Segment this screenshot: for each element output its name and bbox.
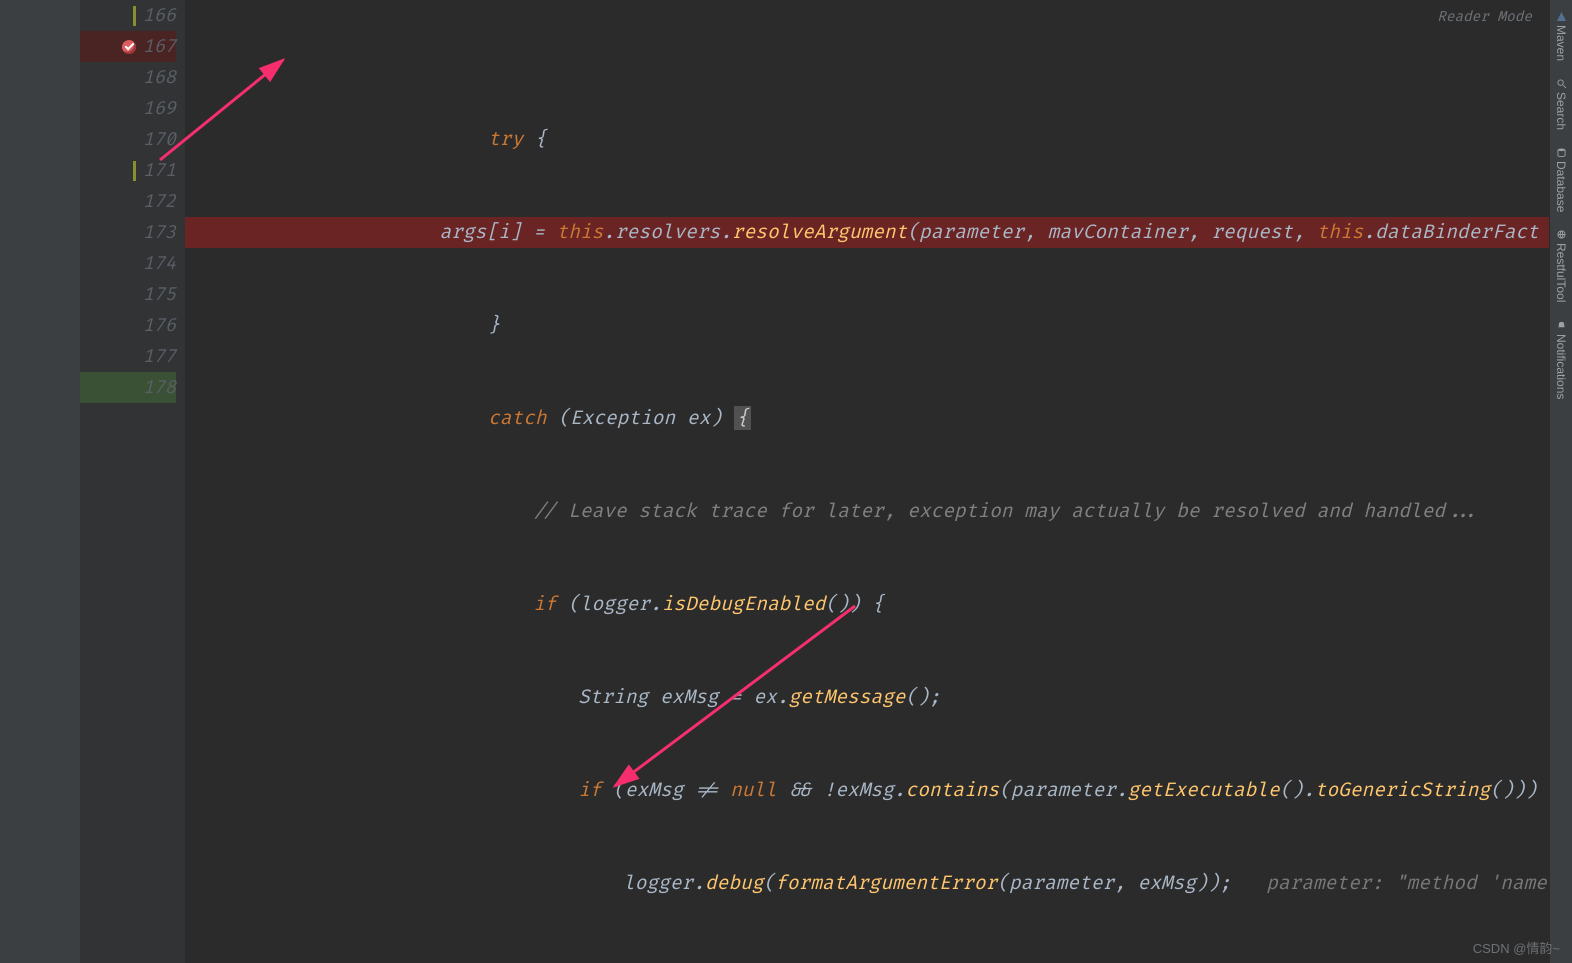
line-number: 169 [141,93,176,124]
diff-marker-icon [133,161,136,181]
toolwindow-restfultool[interactable]: RestfulTool [1554,230,1568,302]
line-number: 178 [141,372,176,403]
watermark: CSDN @情韵~ [1473,938,1560,957]
line-number: 171 [141,155,176,186]
line-number: 170 [141,124,176,155]
line-number: 177 [141,341,176,372]
database-icon [1557,148,1566,157]
editor-gutter: 166 167 168 169 170 171 172 173 174 175 … [80,0,185,963]
left-tool-strip: ish] [0,0,80,963]
code-editor[interactable]: Reader Mode try { args[i] = this.resolve… [185,0,1572,963]
right-toolwindow-bar: Maven Search Database RestfulTool Notifi… [1549,0,1572,963]
toolwindow-database[interactable]: Database [1554,148,1568,212]
search-icon [1557,79,1566,88]
line-number: 168 [141,62,176,93]
line-number: 174 [141,248,176,279]
breakpoint-icon[interactable] [122,40,136,54]
maven-icon [1557,12,1566,21]
line-number: 172 [141,186,176,217]
line-number: 173 [141,217,176,248]
globe-icon [1557,230,1566,239]
diff-marker-icon [133,6,136,26]
line-number: 167 [141,31,176,62]
line-number: 166 [141,0,176,31]
toolwindow-search[interactable]: Search [1554,79,1568,130]
line-number: 176 [141,310,176,341]
toolwindow-maven[interactable]: Maven [1554,12,1568,61]
reader-mode-label[interactable]: Reader Mode [1437,2,1532,33]
line-number: 175 [141,279,176,310]
toolwindow-notifications[interactable]: Notifications [1554,321,1568,399]
bell-icon [1557,321,1566,330]
